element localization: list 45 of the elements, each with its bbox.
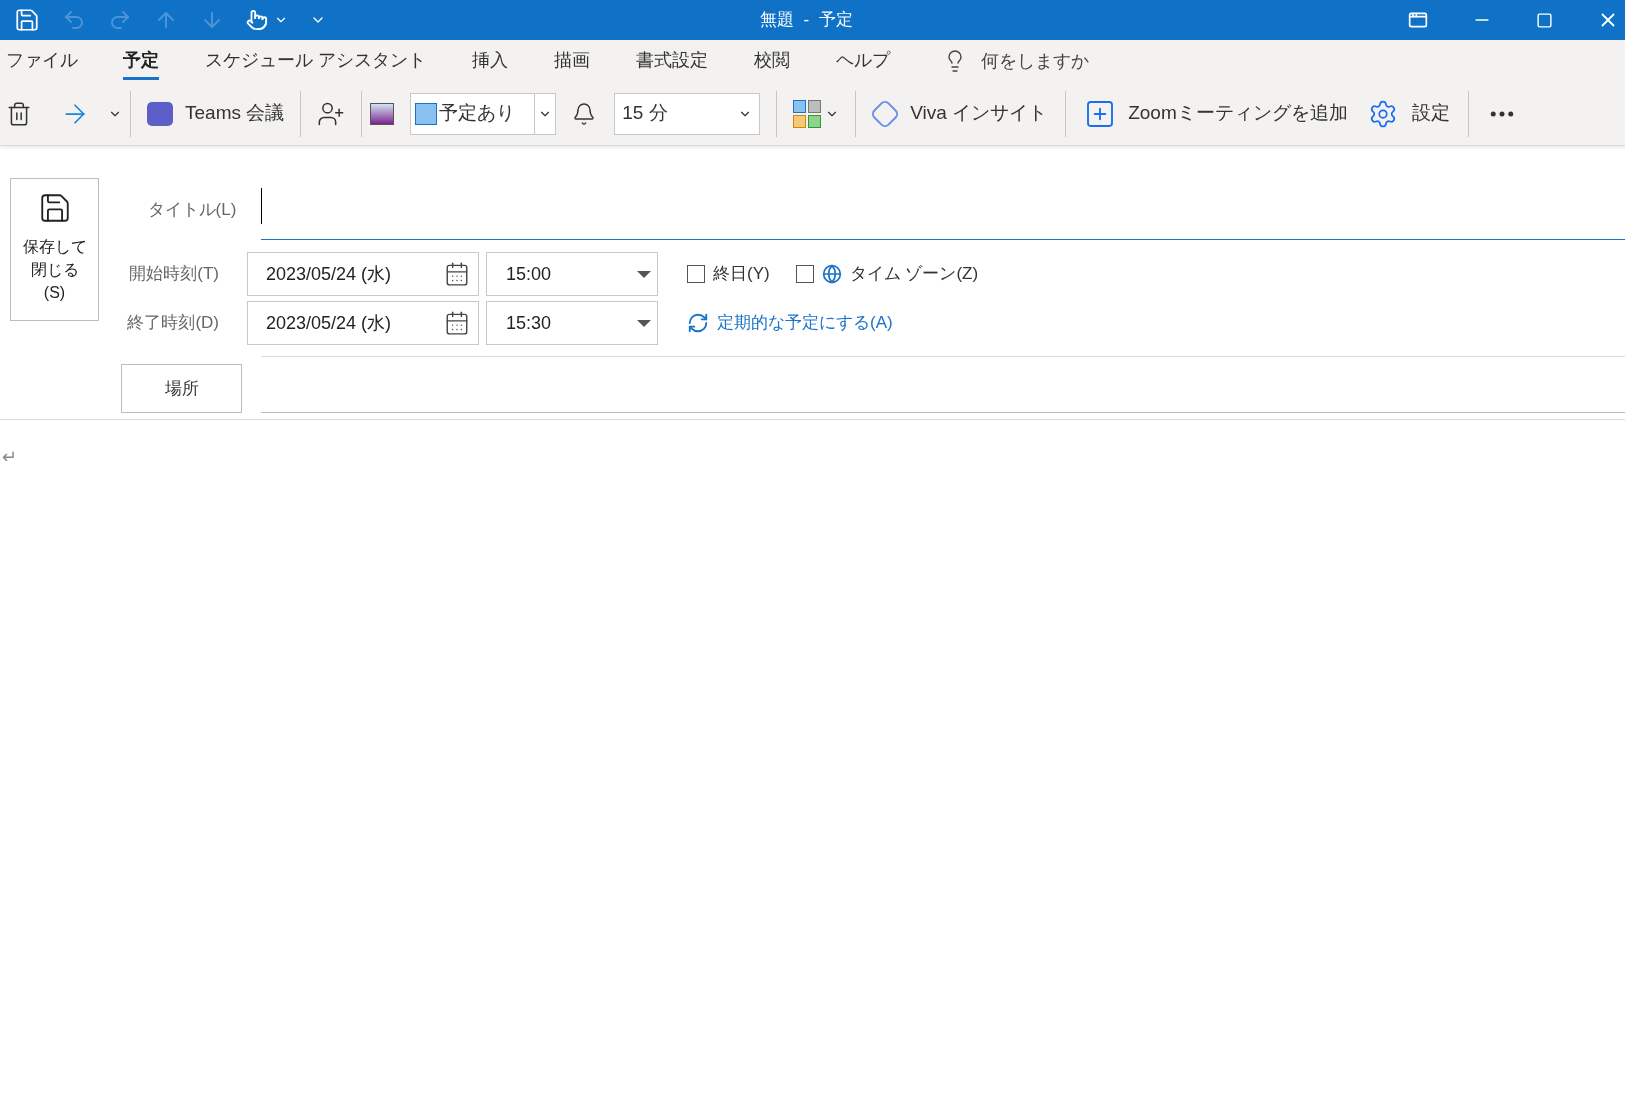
show-as-dropdown[interactable]: 予定あり: [410, 92, 557, 135]
reminder-dropdown[interactable]: 15 分: [614, 92, 761, 135]
checkbox[interactable]: [795, 265, 814, 283]
globe-icon: [821, 264, 842, 284]
field-label: タイトル(L): [146, 198, 238, 221]
trash-icon[interactable]: [6, 99, 32, 128]
ribbon-tab[interactable]: 予定: [120, 40, 162, 82]
ribbon-display-icon[interactable]: [1408, 10, 1428, 30]
tell-me-field[interactable]: 何をしますか: [981, 47, 1181, 75]
window-title: 無題 - 予定: [760, 9, 853, 32]
bell-icon[interactable]: [572, 101, 597, 126]
category-grid-icon: [793, 99, 822, 128]
paragraph-mark: ↵: [2, 446, 17, 469]
ribbon-tab[interactable]: 挿入: [469, 40, 511, 82]
teams-meeting-button[interactable]: Teams 会議: [139, 99, 293, 128]
checkbox[interactable]: [687, 265, 705, 283]
save-and-close-button[interactable]: 保存して 閉じる (S): [10, 178, 99, 321]
calendar-icon[interactable]: [444, 310, 470, 336]
checkbox-label: 終日(Y): [713, 263, 770, 286]
ribbon-tab[interactable]: ヘルプ: [833, 40, 893, 82]
save-icon[interactable]: [14, 7, 40, 33]
time-dropdown[interactable]: 15:30: [486, 301, 658, 345]
dropdown-arrow-icon: [637, 319, 651, 327]
date-field[interactable]: 2023/05/24 (水): [247, 301, 479, 345]
calendar-icon[interactable]: [444, 261, 470, 287]
ribbon-tab[interactable]: ファイル: [3, 40, 81, 82]
time-dropdown[interactable]: 15:00: [486, 252, 658, 296]
ribbon-tab[interactable]: スケジュール アシスタント: [202, 40, 429, 82]
recurrence-icon: [687, 312, 709, 334]
date-field[interactable]: 2023/05/24 (水): [247, 252, 479, 296]
dropdown-arrow-icon: [637, 270, 651, 278]
field-label: 開始時刻(T): [128, 263, 220, 286]
location-button[interactable]: 場所: [121, 364, 242, 413]
checkbox-label: タイム ゾーン(Z): [849, 263, 979, 286]
touch-icon[interactable]: [246, 8, 268, 32]
zoom-meeting-button[interactable]: Zoomミーティングを追加: [1074, 97, 1358, 130]
recurrence-link[interactable]: 定期的な予定にする(A): [687, 310, 893, 336]
maximize-icon[interactable]: [1536, 11, 1553, 29]
ribbon-tab[interactable]: 描画: [551, 40, 593, 82]
settings-button[interactable]: 設定: [1357, 98, 1460, 129]
viva-insights-button[interactable]: Viva インサイト: [864, 99, 1058, 128]
show-as-icon[interactable]: [370, 102, 395, 125]
ribbon-tab[interactable]: 書式設定: [633, 40, 711, 82]
field-label: 終了時刻(D): [126, 312, 220, 335]
ribbon-tab[interactable]: 校閲: [751, 40, 793, 82]
